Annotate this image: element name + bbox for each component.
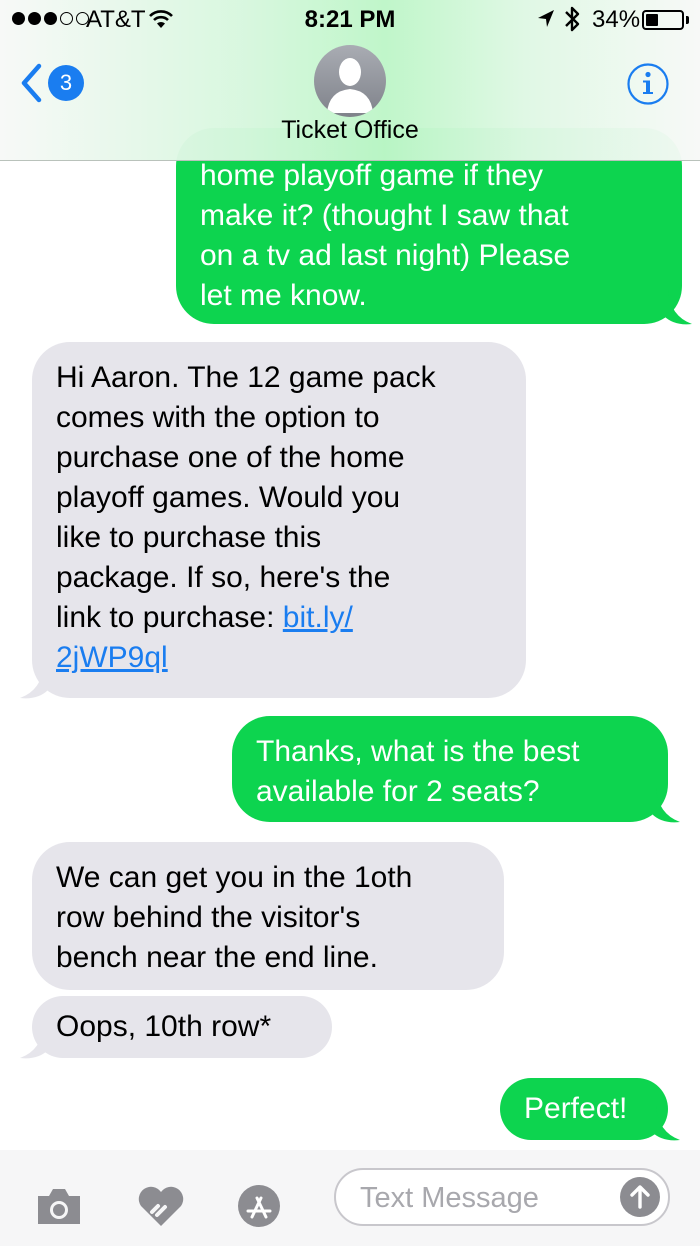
carrier-label: AT&T bbox=[86, 6, 146, 33]
message-line: purchase one of the home bbox=[56, 441, 405, 474]
bluetooth-icon bbox=[565, 6, 580, 32]
chevron-left-icon bbox=[21, 63, 42, 103]
battery-cap bbox=[686, 16, 689, 24]
message-line: home playoff game if they bbox=[200, 159, 543, 192]
battery-percent: 34% bbox=[592, 6, 641, 33]
contact-avatar[interactable] bbox=[314, 45, 386, 117]
bubble-tail-outgoing bbox=[664, 290, 692, 325]
digital-touch-heart-icon[interactable] bbox=[136, 1184, 186, 1228]
message-bubble-outgoing[interactable]: Thanks, what is the best available for 2… bbox=[232, 716, 668, 822]
message-line: link to purchase: bit.ly/ bbox=[56, 598, 502, 638]
signal-strength-icon bbox=[12, 12, 89, 25]
message-line: Thanks, what is the best bbox=[256, 735, 580, 768]
message-line: 2jWP9ql bbox=[56, 638, 502, 678]
message-line: on a tv ad last night) Please bbox=[200, 239, 571, 272]
info-icon[interactable] bbox=[626, 62, 670, 106]
bubble-tail-outgoing bbox=[652, 1106, 680, 1141]
message-line: row behind the visitor's bbox=[56, 901, 361, 934]
purchase-link[interactable]: bit.ly/ bbox=[283, 601, 353, 634]
status-bar: AT&T 8:21 PM 34% bbox=[0, 0, 700, 40]
link-prefix: link to purchase: bbox=[56, 601, 283, 634]
camera-icon[interactable] bbox=[34, 1184, 84, 1228]
back-button[interactable]: 3 bbox=[20, 60, 100, 106]
purchase-link[interactable]: 2jWP9ql bbox=[56, 641, 168, 674]
message-bubble-incoming[interactable]: We can get you in the 1oth row behind th… bbox=[32, 842, 504, 990]
message-line: Hi Aaron. The 12 game pack bbox=[56, 361, 436, 394]
wifi-icon bbox=[149, 10, 173, 28]
message-bubble-incoming[interactable]: Oops, 10th row* bbox=[32, 996, 332, 1058]
message-line: playoff games. Would you bbox=[56, 481, 401, 514]
message-line: bench near the end line. bbox=[56, 941, 378, 974]
message-bubble-incoming[interactable]: Hi Aaron. The 12 game pack comes with th… bbox=[32, 342, 526, 698]
person-silhouette-icon bbox=[327, 58, 373, 113]
message-line: Perfect! bbox=[524, 1092, 628, 1125]
message-line: Oops, 10th row* bbox=[56, 1010, 272, 1043]
message-bubble-outgoing[interactable]: Perfect! bbox=[500, 1078, 668, 1140]
conversation[interactable]: home playoff game if they make it? (thou… bbox=[0, 0, 700, 1150]
message-line: comes with the option to bbox=[56, 401, 380, 434]
text-message-field[interactable] bbox=[334, 1168, 670, 1226]
battery-icon bbox=[642, 10, 684, 30]
message-line: like to purchase this bbox=[56, 521, 322, 554]
bubble-tail-incoming bbox=[20, 664, 48, 699]
send-button[interactable] bbox=[620, 1177, 660, 1217]
message-line: We can get you in the 1oth bbox=[56, 861, 413, 894]
bubble-tail-outgoing bbox=[652, 788, 680, 823]
unread-count-badge: 3 bbox=[48, 65, 84, 101]
bubble-tail-incoming bbox=[20, 1024, 48, 1059]
conversation-header: AT&T 8:21 PM 34% 3 Ticket Office bbox=[0, 0, 700, 161]
app-store-icon[interactable] bbox=[234, 1184, 284, 1228]
message-line: package. If so, here's the bbox=[56, 561, 391, 594]
message-line: make it? (thought I saw that bbox=[200, 199, 569, 232]
location-arrow-icon bbox=[538, 10, 554, 27]
text-message-input[interactable] bbox=[358, 1170, 612, 1226]
contact-name: Ticket Office bbox=[281, 116, 419, 144]
message-line: let me know. bbox=[200, 279, 367, 312]
message-line: available for 2 seats? bbox=[256, 775, 540, 808]
arrow-up-icon bbox=[630, 1185, 650, 1209]
